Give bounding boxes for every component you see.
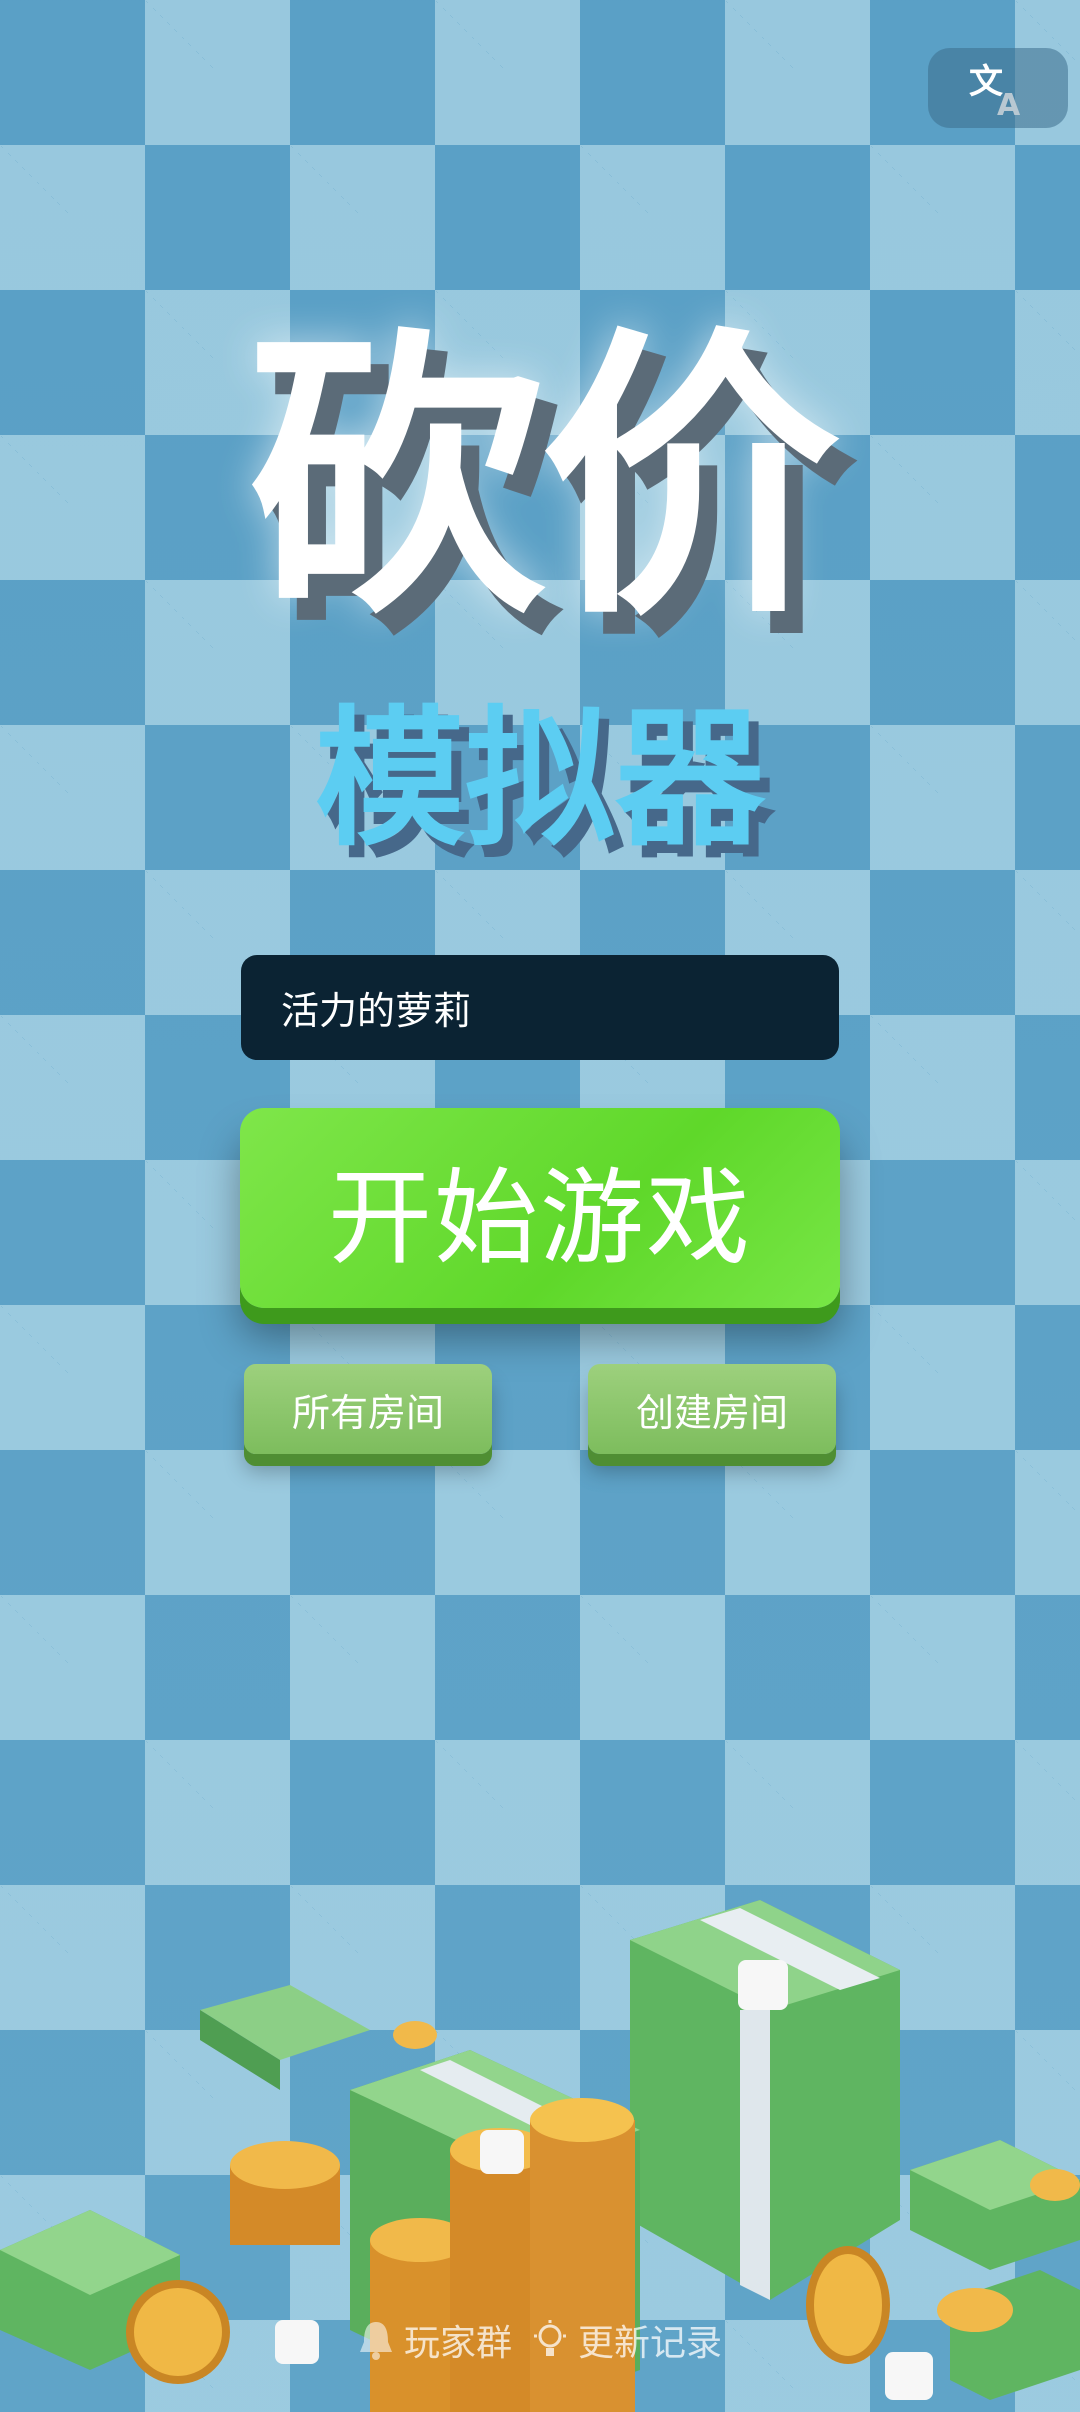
start-game-button[interactable]: 开始游戏 bbox=[240, 1108, 840, 1308]
create-room-button[interactable]: 创建房间 bbox=[588, 1364, 836, 1454]
language-button[interactable]: 文 A bbox=[928, 48, 1068, 128]
changelog-label: 更新记录 bbox=[578, 2323, 723, 2364]
all-rooms-button[interactable]: 所有房间 bbox=[244, 1364, 492, 1454]
changelog-link[interactable]: 更新记录 bbox=[532, 2314, 722, 2366]
translate-icon: 文 A bbox=[969, 62, 1021, 119]
game-subtitle: 模拟器 bbox=[314, 693, 765, 867]
lightbulb-icon bbox=[534, 2320, 566, 2356]
player-group-link[interactable]: 玩家群 bbox=[358, 2314, 512, 2366]
game-title: 砍价 bbox=[246, 305, 840, 654]
player-name-input[interactable] bbox=[241, 955, 839, 1060]
footer-bar: 玩家群 更新记录 bbox=[0, 2310, 1080, 2370]
player-group-label: 玩家群 bbox=[403, 2323, 512, 2364]
bell-icon bbox=[359, 2322, 392, 2360]
svg-text:A: A bbox=[997, 88, 1021, 119]
